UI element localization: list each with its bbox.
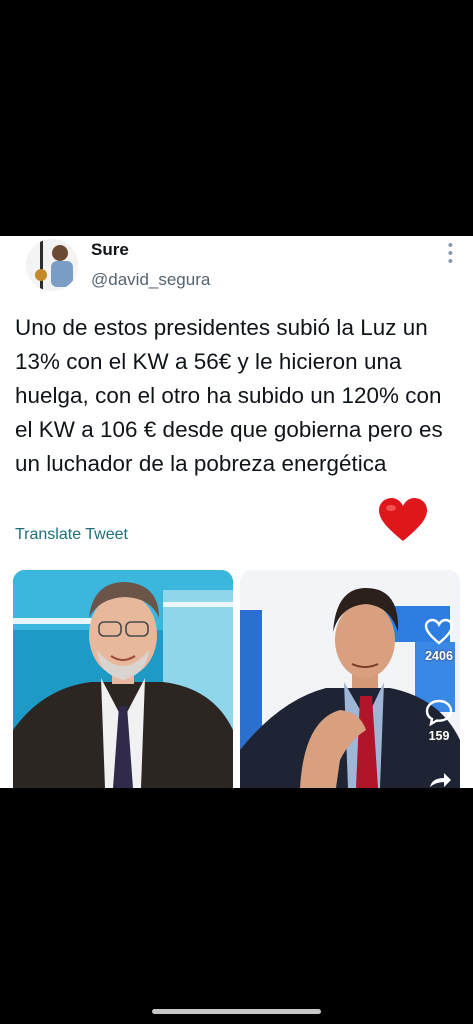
likes-count: 2406 (425, 649, 453, 663)
more-options-icon[interactable]: • • • (448, 238, 453, 269)
share-arrow-icon[interactable] (426, 772, 452, 788)
heart-outline-icon[interactable] (424, 618, 454, 646)
heart-emoji-icon (379, 498, 427, 541)
comment-icon[interactable] (424, 698, 454, 727)
photo-left[interactable] (13, 570, 233, 788)
photo-right[interactable]: 2406 159 (240, 570, 460, 788)
comments-count: 159 (428, 729, 450, 743)
avatar[interactable] (26, 239, 78, 291)
display-name[interactable]: Sure (91, 240, 129, 260)
translate-tweet-link[interactable]: Translate Tweet (15, 526, 128, 544)
username-handle[interactable]: @david_segura (91, 270, 210, 290)
home-indicator[interactable] (152, 1009, 321, 1014)
tweet-card: Sure @david_segura • • • Uno de estos pres… (0, 236, 473, 788)
tweet-text: Uno de estos presidentes subió la Luz un… (15, 315, 443, 476)
